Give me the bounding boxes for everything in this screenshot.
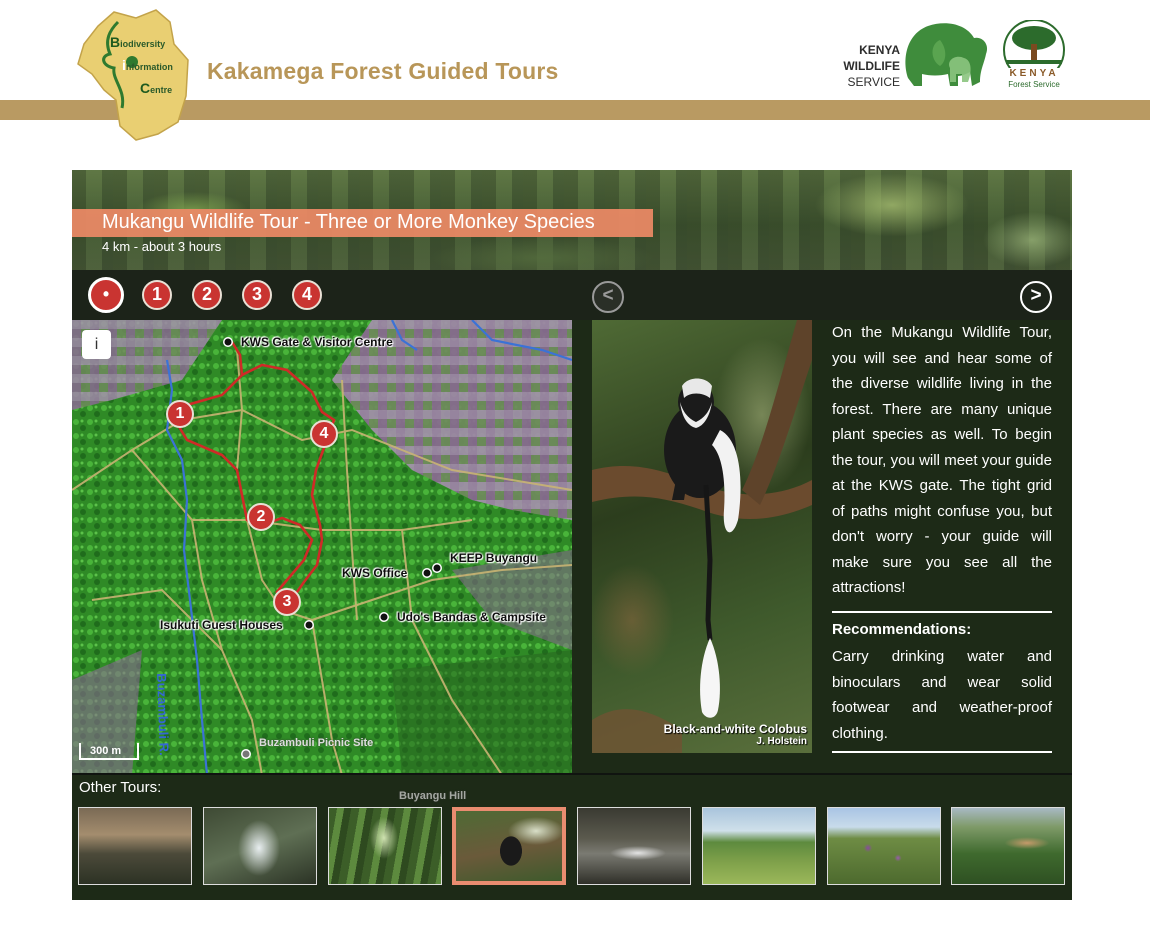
colobus-photo-art bbox=[592, 320, 812, 753]
map-marker-4[interactable]: 4 bbox=[310, 420, 338, 448]
tour-panel: Mukangu Wildlife Tour - Three or More Mo… bbox=[72, 170, 1072, 900]
other-tours-separator bbox=[72, 773, 1072, 775]
kws-logo[interactable]: KENYA WILDLIFE SERVICE bbox=[836, 20, 992, 92]
bic-word-centre: entre bbox=[150, 85, 173, 95]
photo-caption: Black-and-white Colobus J. Holstein bbox=[592, 722, 807, 747]
other-tours-label: Other Tours: bbox=[79, 779, 162, 796]
tour-thumb-colobus-monkey[interactable] bbox=[452, 807, 566, 885]
tour-thumb-river-rapids[interactable] bbox=[577, 807, 691, 885]
tree-icon bbox=[1003, 19, 1065, 81]
kws-line-2: WILDLIFE bbox=[843, 59, 900, 73]
kfs-logo-name: KENYA bbox=[1009, 68, 1059, 79]
kfs-logo[interactable]: KENYA Forest Service bbox=[998, 19, 1070, 92]
stop-button-1[interactable]: 1 bbox=[142, 280, 172, 310]
kws-logo-text: KENYA WILDLIFE SERVICE bbox=[836, 42, 900, 90]
site-title: Kakamega Forest Guided Tours bbox=[207, 58, 559, 84]
map-marker-3[interactable]: 3 bbox=[273, 588, 301, 616]
map-label-buzambuli-picnic[interactable]: Buzambuli Picnic Site bbox=[259, 737, 373, 749]
divider-bottom bbox=[832, 751, 1052, 753]
kws-line-3: SERVICE bbox=[847, 75, 900, 89]
bic-logo[interactable]: Biodiversity information Centre bbox=[74, 4, 190, 142]
tour-thumb-forest-path-walker[interactable] bbox=[328, 807, 442, 885]
tour-thumb-flowers-grassland[interactable] bbox=[827, 807, 941, 885]
map-label-udos-bandas[interactable]: Udo's Bandas & Campsite bbox=[397, 610, 546, 624]
recommendations-heading: Recommendations: bbox=[832, 621, 972, 638]
tour-title: Mukangu Wildlife Tour - Three or More Mo… bbox=[102, 211, 595, 233]
kfs-logo-sub: Forest Service bbox=[1008, 80, 1060, 89]
map-label-kws-office[interactable]: KWS Office bbox=[342, 566, 407, 580]
map-scale-label: 300 m bbox=[90, 745, 122, 757]
divider-top bbox=[832, 611, 1052, 613]
map-label-isukuti[interactable]: Isukuti Guest Houses bbox=[160, 618, 283, 632]
map-label-kws-gate[interactable]: KWS Gate & Visitor Centre bbox=[241, 335, 393, 349]
bic-word-biodiversity: iodiversity bbox=[120, 39, 166, 49]
tour-photo[interactable] bbox=[592, 320, 812, 753]
stop-button-4[interactable]: 4 bbox=[292, 280, 322, 310]
bic-letter-b: B bbox=[110, 34, 121, 50]
map-label-keep-buyangu[interactable]: KEEP Buyangu bbox=[450, 551, 537, 565]
photo-caption-credit: J. Holstein bbox=[756, 736, 807, 747]
tour-description: On the Mukangu Wildlife Tour, you will s… bbox=[832, 324, 1052, 596]
map-info-button[interactable]: i bbox=[82, 330, 111, 359]
stop-button-2[interactable]: 2 bbox=[192, 280, 222, 310]
bic-word-information: nformation bbox=[125, 62, 173, 72]
stop-button-overview[interactable]: • bbox=[88, 277, 124, 313]
tour-controls-bar bbox=[72, 270, 1072, 320]
elephant-icon bbox=[905, 23, 988, 86]
tour-thumb-aerial-forest-clearing[interactable] bbox=[951, 807, 1065, 885]
tour-thumb-misty-forest-view[interactable] bbox=[78, 807, 192, 885]
stop-button-3[interactable]: 3 bbox=[242, 280, 272, 310]
recommendations-text: Carry drinking water and binoculars and … bbox=[832, 648, 1052, 742]
next-button[interactable]: > bbox=[1020, 281, 1052, 313]
bic-letter-c: C bbox=[140, 80, 151, 96]
tour-map[interactable]: 1 2 3 4 KWS Gate & Visitor Centre KEEP B… bbox=[72, 320, 572, 775]
map-marker-2[interactable]: 2 bbox=[247, 503, 275, 531]
map-label-river: Buzambuli R. bbox=[154, 673, 172, 756]
map-marker-1[interactable]: 1 bbox=[166, 400, 194, 428]
kws-line-1: KENYA bbox=[859, 43, 900, 57]
tour-subtitle: 4 km - about 3 hours bbox=[102, 239, 222, 254]
photo-caption-title: Black-and-white Colobus bbox=[663, 722, 807, 736]
tour-thumb-waterfall[interactable] bbox=[203, 807, 317, 885]
tour-thumb-grassland-hill-view[interactable] bbox=[702, 807, 816, 885]
map-label-buyangu-hill: Buyangu Hill bbox=[399, 790, 467, 802]
map-canvas bbox=[72, 320, 572, 775]
previous-button[interactable]: < bbox=[592, 281, 624, 313]
